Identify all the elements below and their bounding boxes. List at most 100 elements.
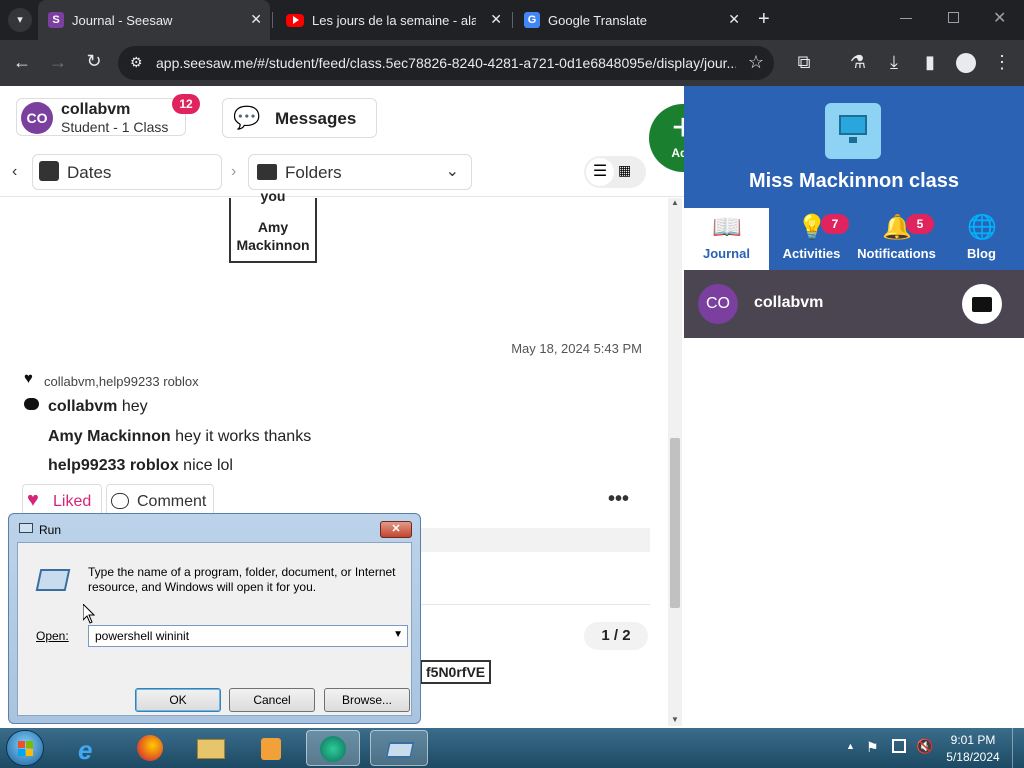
side-panel-icon[interactable]: ▮ (918, 52, 942, 73)
url-text: app.seesaw.me/#/student/feed/class.5ec78… (156, 55, 736, 71)
tab-youtube[interactable]: Les jours de la semaine - alain ✕ (276, 0, 510, 40)
extensions-puzzle-icon[interactable]: ⧉ (792, 52, 816, 73)
collapse-chevron-icon[interactable]: ‹ (12, 163, 17, 181)
cancel-button[interactable]: Cancel (229, 688, 315, 712)
more-options-icon[interactable]: ••• (608, 488, 629, 511)
dropdown-arrow-icon[interactable]: ▼ (393, 629, 403, 640)
chrome-menu-icon[interactable]: ⋮ (990, 52, 1014, 73)
heart-filled-icon: ♥ (27, 489, 39, 511)
user-account-chip[interactable]: CO collabvm Student - 1 Class (16, 98, 186, 136)
tab-seesaw-journal[interactable]: S Journal - Seesaw ✕ (38, 0, 270, 40)
browse-button[interactable]: Browse... (324, 688, 410, 712)
run-dialog: Run ✕ Type the name of a program, folder… (8, 513, 421, 724)
class-icon-computer (825, 103, 881, 159)
clock-date[interactable]: 5/18/2024 (944, 750, 1002, 764)
scroll-up-arrow-icon[interactable]: ▲ (668, 198, 682, 207)
nav-label: Activities (782, 246, 841, 261)
list-view-icon[interactable]: ☰ (586, 158, 614, 186)
address-bar[interactable]: ⚙ app.seesaw.me/#/student/feed/class.5ec… (118, 46, 774, 80)
clock-time[interactable]: 9:01 PM (950, 733, 996, 747)
calendar-view-icon[interactable]: ▦ (618, 162, 631, 179)
run-program-icon (35, 569, 71, 591)
user-name: collabvm (61, 101, 131, 118)
scroll-down-arrow-icon[interactable]: ▼ (671, 715, 679, 724)
internet-explorer-icon[interactable]: e (64, 730, 118, 766)
close-tab-icon[interactable]: ✕ (250, 11, 262, 28)
run-description: Type the name of a program, folder, docu… (88, 565, 396, 594)
collabvm-app-icon[interactable] (306, 730, 360, 766)
tab-google-translate[interactable]: G Google Translate ✕ (514, 0, 748, 40)
tab-title: Journal - Seesaw (72, 12, 173, 28)
post-image-card[interactable]: you Amy Mackinnon (229, 188, 317, 263)
folders-label: Folders (285, 163, 342, 182)
ok-button[interactable]: OK (135, 688, 221, 712)
calendar-icon (39, 161, 59, 181)
likes-list: collabvm,help99233 roblox (44, 374, 199, 389)
volume-muted-icon[interactable]: 🔇 (916, 738, 933, 755)
comment-author: Amy Mackinnon (48, 428, 171, 445)
open-input[interactable]: powershell wininit (95, 629, 189, 643)
nav-activities[interactable]: 💡 Activities 7 (769, 208, 854, 270)
open-combobox[interactable]: powershell wininit ▼ (88, 625, 408, 647)
comment-text: hey (121, 398, 148, 415)
show-hidden-icons-icon[interactable]: ▲ (846, 741, 855, 751)
folders-filter[interactable]: Folders ⌄ (248, 154, 472, 190)
comment-bubble-icon (24, 398, 39, 410)
tab-search-button[interactable]: ▾ (8, 8, 32, 32)
bookmark-star-icon[interactable]: ☆ (748, 52, 764, 73)
comment-author: collabvm (48, 398, 118, 415)
nav-notifications[interactable]: 🔔 Notifications 5 (854, 208, 939, 270)
action-center-flag-icon[interactable]: ⚑ (866, 739, 879, 756)
activities-badge: 7 (821, 214, 849, 234)
dates-label: Dates (67, 163, 112, 182)
close-tab-icon[interactable]: ✕ (490, 11, 502, 28)
profile-avatar-icon[interactable] (956, 53, 976, 73)
student-row[interactable]: CO collabvm (684, 270, 1024, 338)
windows-taskbar: e ▲ ⚑ 🔇 9:01 PM 5/18/2024 (0, 728, 1024, 768)
back-arrow-icon[interactable]: ← (10, 52, 34, 73)
dates-filter[interactable]: Dates (32, 154, 222, 190)
network-icon[interactable] (892, 739, 906, 753)
student-folder-icon[interactable] (962, 284, 1002, 324)
start-button[interactable] (6, 730, 44, 766)
user-avatar: CO (21, 102, 53, 134)
minimize-window-icon[interactable] (900, 18, 912, 19)
class-header: Miss Mackinnon class (684, 86, 1024, 208)
labs-flask-icon[interactable]: ⚗ (846, 52, 870, 73)
show-desktop-button[interactable] (1012, 728, 1024, 768)
browser-tab-bar: ▾ S Journal - Seesaw ✕ Les jours de la s… (0, 0, 1024, 40)
nav-blog[interactable]: 🌐 Blog (939, 208, 1024, 270)
plus-icon: + (671, 107, 684, 149)
media-player-icon[interactable] (244, 730, 298, 766)
card-text: you (260, 188, 286, 204)
comment-outline-icon (111, 493, 129, 509)
student-avatar: CO (698, 284, 738, 324)
comment-text: nice lol (183, 457, 233, 474)
run-dialog-taskbar-icon[interactable] (370, 730, 428, 766)
restore-window-icon[interactable] (948, 12, 959, 23)
feed-scrollbar[interactable]: ▲ ▼ (668, 198, 682, 726)
forward-arrow-icon[interactable]: → (46, 52, 70, 73)
close-window-icon[interactable]: ✕ (993, 8, 1006, 28)
run-close-button[interactable]: ✕ (380, 521, 412, 538)
comment-author: help99233 roblox (48, 457, 179, 474)
globe-icon: 🌐 (967, 214, 997, 241)
messages-button[interactable]: 💬 Messages (222, 98, 377, 138)
class-nav: 📖 Journal 💡 Activities 7 🔔 Notifications… (684, 208, 1024, 270)
scrollbar-thumb[interactable] (670, 438, 680, 608)
run-title-icon (19, 523, 33, 533)
comment-row: collabvm hey (48, 398, 148, 416)
firefox-icon[interactable] (124, 730, 178, 766)
site-info-icon[interactable]: ⚙ (130, 54, 143, 71)
class-title: Miss Mackinnon class (748, 170, 960, 192)
close-tab-icon[interactable]: ✕ (728, 11, 740, 28)
reload-icon[interactable]: ↻ (82, 51, 106, 72)
file-explorer-icon[interactable] (184, 730, 238, 766)
notifications-badge: 5 (906, 214, 934, 234)
download-icon[interactable]: ⤓ (882, 52, 906, 73)
add-button[interactable]: + Add (649, 104, 684, 172)
new-tab-plus-icon[interactable]: + (758, 8, 770, 31)
nav-label: Notifications (857, 246, 936, 261)
comment-text: hey it works thanks (175, 428, 312, 445)
nav-journal[interactable]: 📖 Journal (684, 208, 769, 270)
